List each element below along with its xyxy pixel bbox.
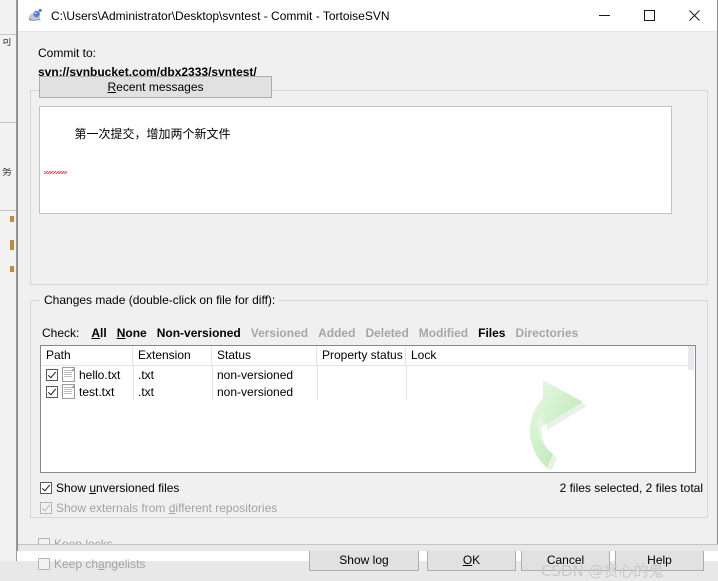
minimize-button[interactable] [582,0,627,31]
spellcheck-underline [44,171,67,174]
show-externals-label: Show externals from different repositori… [56,501,278,515]
file-extension-cell: .txt [138,367,155,382]
check-link-versioned: Versioned [250,326,309,340]
bg-glyph: 务 [2,168,12,178]
grid-line [317,366,318,400]
show-log-label: Show log [339,552,389,567]
show-externals-option: Show externals from different repositori… [40,501,277,515]
grid-line [406,366,407,400]
tortoisesvn-icon [26,7,44,25]
recent-messages-button[interactable]: Recent messages [39,76,272,98]
file-lock-cell [406,366,685,383]
check-link-none[interactable]: None [117,326,147,340]
row-checkbox[interactable] [46,385,58,398]
keep-changelists-label: Keep changelists [54,557,146,571]
commit-message-input[interactable]: 第一次提交，增加两个新文件 [39,106,672,214]
scrollbar-thumb[interactable] [688,346,694,370]
ok-label: OK [462,552,481,567]
show-unversioned-files-option[interactable]: Show unversioned files [40,481,179,495]
help-label: Help [647,552,672,567]
cancel-label: Cancel [546,552,585,567]
ok-button[interactable]: OK [427,548,516,571]
column-header-lock[interactable]: Lock [406,346,685,365]
file-list-header: Path Extension Status Property status Lo… [41,346,695,366]
maximize-button[interactable] [627,0,672,31]
changed-files-list[interactable]: Path Extension Status Property status Lo… [40,345,696,473]
file-name: test.txt [79,384,115,399]
check-link-directories: Directories [515,326,579,340]
commit-to-label: Commit to: [38,46,97,60]
file-status-cell: non-versioned [217,384,294,399]
grid-line [133,366,134,400]
check-label: Check: [42,326,80,340]
dialog-body: Commit to: svn://svnbucket.com/dbx2333/s… [18,32,718,580]
check-link-non-versioned[interactable]: Non-versioned [157,326,241,340]
grid-line [212,366,213,400]
check-link-added: Added [318,326,356,340]
keep-changelists-option: Keep changelists [38,557,145,571]
bg-divider [0,210,16,211]
show-unversioned-label: Show unversioned files [56,481,180,495]
recent-messages-label: Recent messages [107,80,204,94]
file-path-cell[interactable]: test.txt [41,383,133,400]
title-bar: C:\Users\Administrator\Desktop\svntest -… [18,0,717,32]
show-unversioned-checkbox[interactable] [40,482,52,494]
table-row[interactable]: hello.txt .txt non-versioned [41,366,695,383]
show-externals-checkbox [40,502,52,514]
column-header-property-status[interactable]: Property status [317,346,406,365]
close-button[interactable] [672,0,717,31]
window-controls [582,0,717,31]
changes-group-title: Changes made (double-click on file for d… [40,293,280,307]
check-link-files[interactable]: Files [478,326,505,340]
table-row[interactable]: test.txt .txt non-versioned [41,383,695,400]
commit-message-text: 第一次提交，增加两个新文件 [44,127,231,174]
keep-changelists-checkbox [38,558,50,570]
check-link-modified: Modified [418,326,469,340]
file-icon [62,367,75,382]
bg-divider [0,122,16,123]
file-icon [62,384,75,399]
file-name: hello.txt [79,367,121,382]
bg-divider [0,34,16,35]
file-status-cell: non-versioned [217,367,294,382]
file-lock-cell [406,383,685,400]
check-link-all[interactable]: All [91,326,106,340]
dialog-bottom-bar [18,544,718,551]
bg-glyph: 可 [2,38,12,48]
column-header-status[interactable]: Status [212,346,317,365]
file-count-status: 2 files selected, 2 files total [559,481,703,495]
bg-tick [10,240,14,250]
column-header-extension[interactable]: Extension [133,346,212,365]
file-path-cell[interactable]: hello.txt [41,366,133,383]
commit-dialog-window: C:\Users\Administrator\Desktop\svntest -… [17,0,718,580]
bg-tick [10,216,14,222]
file-property-status-cell [317,383,406,400]
file-property-status-cell [317,366,406,383]
check-link-deleted: Deleted [365,326,409,340]
check-filter-row: Check: All None Non-versioned Versioned Added… [42,326,588,340]
row-checkbox[interactable] [46,368,58,381]
column-header-path[interactable]: Path [41,346,133,365]
bg-tick [10,266,14,272]
background-window-strip [0,0,17,561]
cancel-button[interactable]: Cancel [521,548,610,571]
window-title: C:\Users\Administrator\Desktop\svntest -… [51,8,390,23]
file-list-body: hello.txt .txt non-versioned test.txt .t… [41,366,695,400]
help-button[interactable]: Help [615,548,704,571]
file-list-scrollbar[interactable] [687,346,695,472]
show-log-button[interactable]: Show log [309,548,419,571]
file-extension-cell: .txt [138,384,155,399]
